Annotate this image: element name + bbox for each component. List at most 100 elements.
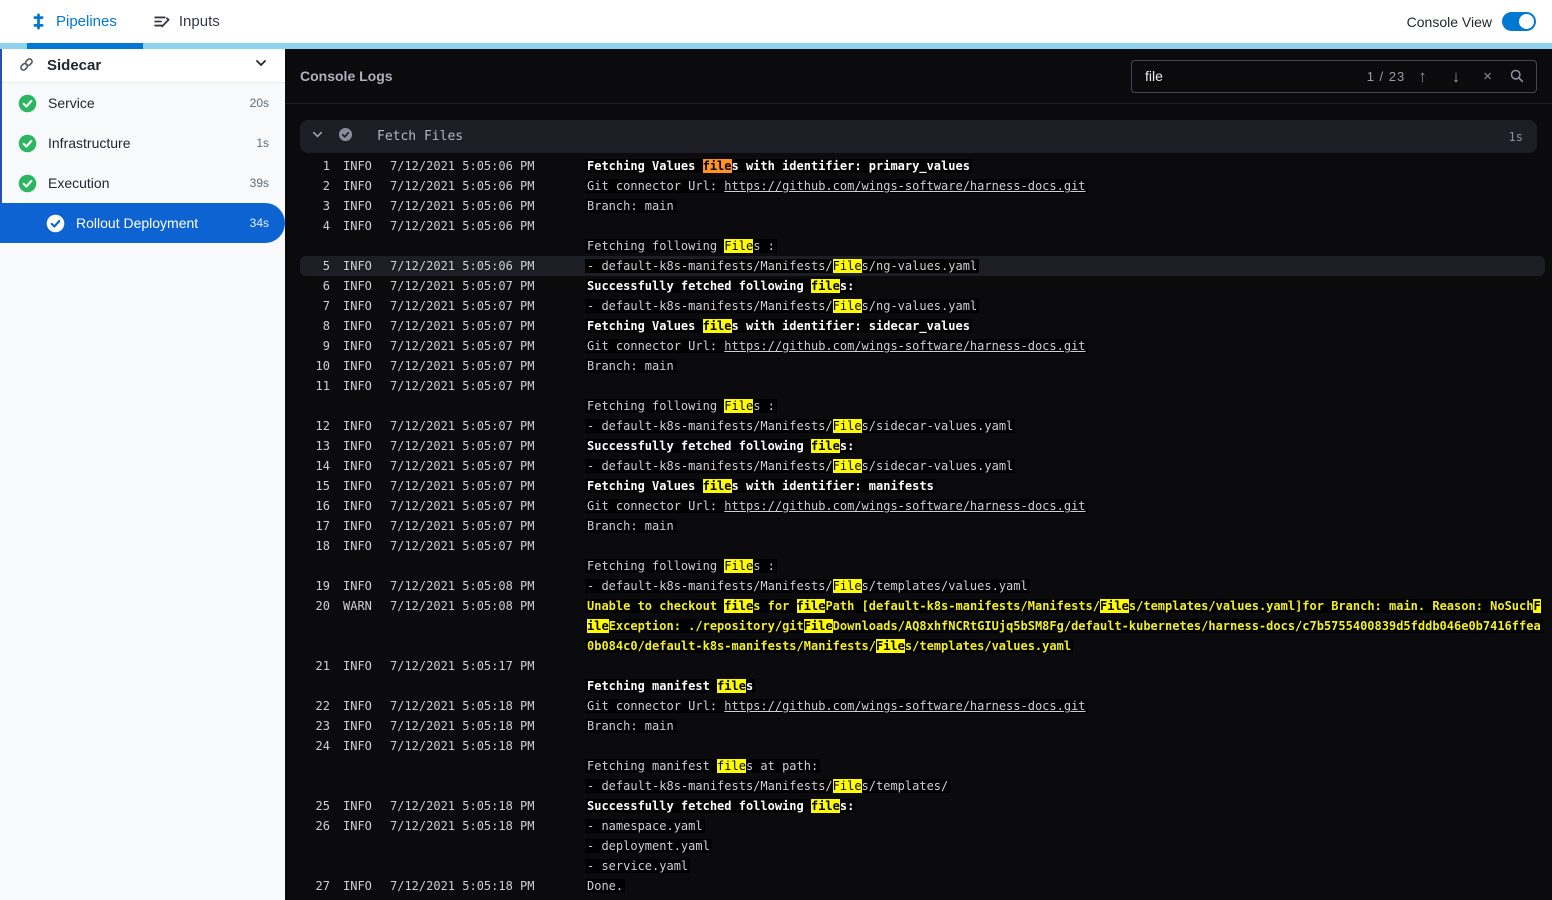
log-message: - default-k8s-manifests/Manifests/Files/… (585, 419, 1016, 433)
section-duration: 1s (1508, 129, 1523, 144)
tab-pipelines[interactable]: Pipelines (30, 13, 117, 30)
log-text: s with identifier: sidecar_values (731, 319, 970, 333)
log-row[interactable]: Fetching manifest files (300, 676, 1545, 696)
line-number: 16 (315, 499, 330, 513)
current-search-match: file (702, 159, 732, 173)
log-row[interactable]: 20 WARN 7/12/2021 5:05:08 PM Unable to chec… (300, 596, 1545, 616)
sidebar-item-execution[interactable]: Execution 39s (2, 163, 285, 203)
sidebar-item-rollout-deployment[interactable]: Rollout Deployment 34s (0, 203, 285, 243)
log-text: s : (753, 239, 775, 253)
log-text: Git connector Url: (587, 179, 725, 193)
log-row[interactable]: Fetching manifest files at path: (300, 756, 1545, 776)
line-number: 11 (315, 379, 330, 393)
log-level: INFO (343, 459, 372, 473)
log-link[interactable]: https://github.com/wings-software/harnes… (724, 179, 1085, 193)
log-row[interactable]: Fetching following Files : (300, 396, 1545, 416)
log-row[interactable]: 13 INFO 7/12/2021 5:05:07 PM Successfully f… (300, 436, 1545, 456)
log-message: Fetching manifest files at path: (585, 759, 821, 773)
console-view-label: Console View (1406, 13, 1492, 30)
log-message: - deployment.yaml (585, 839, 712, 853)
log-section-fetch-files[interactable]: Fetch Files 1s (300, 120, 1537, 153)
log-row[interactable]: - service.yaml (300, 856, 1545, 876)
log-level: INFO (343, 819, 372, 833)
log-row[interactable]: 16 INFO 7/12/2021 5:05:07 PM Git connector … (300, 496, 1545, 516)
log-level: INFO (343, 699, 372, 713)
log-row[interactable]: 22 INFO 7/12/2021 5:05:18 PM Git connector … (300, 696, 1545, 716)
log-row[interactable]: 11 INFO 7/12/2021 5:05:07 PM (300, 376, 1545, 396)
step-duration: 20s (249, 96, 269, 110)
log-row[interactable]: - default-k8s-manifests/Manifests/Files/… (300, 776, 1545, 796)
log-row[interactable]: - deployment.yaml (300, 836, 1545, 856)
log-row[interactable]: 19 INFO 7/12/2021 5:05:08 PM - default-k8s-… (300, 576, 1545, 596)
console-view-toggle[interactable] (1502, 12, 1536, 31)
log-message: Git connector Url: https://github.com/wi… (585, 179, 1088, 193)
log-row[interactable]: 18 INFO 7/12/2021 5:05:07 PM (300, 536, 1545, 556)
tab-inputs[interactable]: Inputs (153, 13, 220, 30)
log-row[interactable]: 3 INFO 7/12/2021 5:05:06 PM Branch: main (300, 196, 1545, 216)
step-label: Infrastructure (48, 135, 131, 151)
log-row[interactable]: 21 INFO 7/12/2021 5:05:17 PM (300, 656, 1545, 676)
log-row[interactable]: 15 INFO 7/12/2021 5:05:07 PM Fetching Value… (300, 476, 1545, 496)
log-row[interactable]: 4 INFO 7/12/2021 5:05:06 PM (300, 216, 1545, 236)
log-row[interactable]: 26 INFO 7/12/2021 5:05:18 PM - namespace.ya… (300, 816, 1545, 836)
log-text: s for (753, 599, 797, 613)
log-timestamp: 7/12/2021 5:05:18 PM (390, 719, 535, 733)
search-match: File (832, 579, 862, 593)
search-match: file (810, 439, 840, 453)
log-text: - service.yaml (587, 859, 689, 873)
log-level: INFO (343, 579, 372, 593)
next-match-button[interactable]: ↓ (1452, 68, 1461, 85)
log-row[interactable]: 5 INFO 7/12/2021 5:05:06 PM - default-k8s-m… (300, 256, 1545, 276)
sidebar-item-service[interactable]: Service 20s (2, 83, 285, 123)
log-row[interactable]: 17 INFO 7/12/2021 5:05:07 PM Branch: main (300, 516, 1545, 536)
stage-header-sidecar[interactable]: Sidecar (2, 49, 285, 83)
log-timestamp: 7/12/2021 5:05:06 PM (390, 199, 535, 213)
log-row[interactable]: 7 INFO 7/12/2021 5:05:07 PM - default-k8s-m… (300, 296, 1545, 316)
log-row[interactable]: 0b084c0/default-k8s-manifests/Manifests/… (300, 636, 1545, 656)
search-icon[interactable] (1509, 68, 1525, 84)
line-number: 19 (315, 579, 330, 593)
search-input[interactable] (1143, 67, 1354, 85)
stage-title: Sidecar (47, 57, 102, 74)
log-level: INFO (343, 519, 372, 533)
log-row[interactable]: 23 INFO 7/12/2021 5:05:18 PM Branch: main (300, 716, 1545, 736)
log-row[interactable]: 9 INFO 7/12/2021 5:05:07 PM Git connector U… (300, 336, 1545, 356)
log-text: - namespace.yaml (587, 819, 703, 833)
log-text: s: (839, 799, 855, 813)
log-text: Git connector Url: (587, 499, 725, 513)
log-row[interactable]: Fetching following Files : (300, 556, 1545, 576)
log-message: Fetching following Files : (585, 239, 777, 253)
success-check-icon (18, 174, 37, 193)
search-match: file (702, 319, 732, 333)
log-link[interactable]: https://github.com/wings-software/harnes… (724, 699, 1085, 713)
log-row[interactable]: 24 INFO 7/12/2021 5:05:18 PM (300, 736, 1545, 756)
log-link[interactable]: https://github.com/wings-software/harnes… (724, 339, 1085, 353)
log-row[interactable]: ileException: ./repository/gitFileDownlo… (300, 616, 1545, 636)
log-link[interactable]: https://github.com/wings-software/harnes… (724, 499, 1085, 513)
previous-match-button[interactable]: ↑ (1418, 68, 1427, 85)
log-row[interactable]: 8 INFO 7/12/2021 5:05:07 PM Fetching Values… (300, 316, 1545, 336)
log-row[interactable]: 6 INFO 7/12/2021 5:05:07 PM Successfully fe… (300, 276, 1545, 296)
log-message: Git connector Url: https://github.com/wi… (585, 339, 1088, 353)
log-row[interactable]: 14 INFO 7/12/2021 5:05:07 PM - default-k8s-… (300, 456, 1545, 476)
execution-sidebar: Sidecar Service 20s Infrastructure 1s Execut… (0, 49, 285, 900)
log-search-box[interactable]: 1 / 23 ↑ ↓ × (1131, 59, 1537, 93)
log-row[interactable]: Fetching following Files : (300, 236, 1545, 256)
log-row[interactable]: 1 INFO 7/12/2021 5:05:06 PM Fetching Values… (300, 156, 1545, 176)
log-row[interactable]: 10 INFO 7/12/2021 5:05:07 PM Branch: main (300, 356, 1545, 376)
log-row[interactable]: 27 INFO 7/12/2021 5:05:18 PM Done. (300, 876, 1545, 896)
log-row[interactable]: 2 INFO 7/12/2021 5:05:06 PM Git connector U… (300, 176, 1545, 196)
section-chevron-down-icon[interactable] (310, 127, 325, 147)
log-timestamp: 7/12/2021 5:05:07 PM (390, 319, 535, 333)
log-text: Branch: main (587, 719, 674, 733)
clear-search-button[interactable]: × (1483, 69, 1492, 84)
log-row[interactable]: 25 INFO 7/12/2021 5:05:18 PM Successfully f… (300, 796, 1545, 816)
chevron-down-icon[interactable] (253, 55, 269, 76)
log-text: Successfully fetched following (587, 279, 811, 293)
log-text: Unable to checkout (587, 599, 725, 613)
log-timestamp: 7/12/2021 5:05:06 PM (390, 219, 535, 233)
log-row[interactable]: 12 INFO 7/12/2021 5:05:07 PM - default-k8s-… (300, 416, 1545, 436)
sidebar-item-infrastructure[interactable]: Infrastructure 1s (2, 123, 285, 163)
log-level: INFO (343, 299, 372, 313)
line-number: 1 (322, 159, 330, 173)
